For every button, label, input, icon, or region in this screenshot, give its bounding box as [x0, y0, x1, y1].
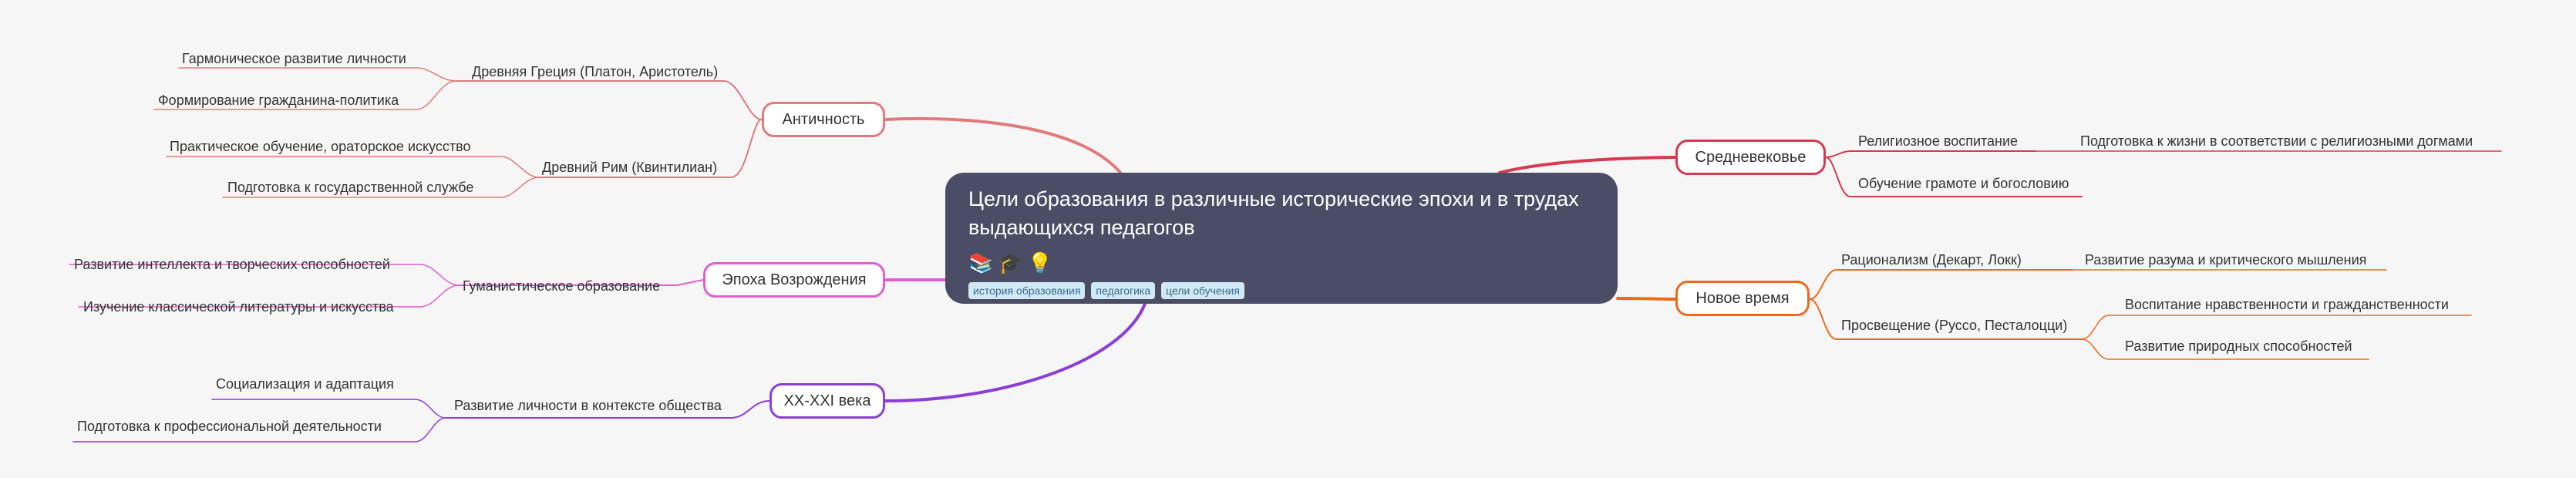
leaf-state-service[interactable]: Подготовка к государственной службе — [227, 178, 473, 197]
tag-list: история образования педагогика цели обуч… — [968, 282, 1594, 299]
leaf-professional-prep[interactable]: Подготовка к профессиональной деятельнос… — [77, 417, 382, 436]
leaf-intellect-creativity[interactable]: Развитие интеллекта и творческих способн… — [74, 255, 390, 274]
node-society-development[interactable]: Развитие личности в контексте общества — [454, 396, 722, 415]
branch-antiquity[interactable]: Античность — [762, 102, 885, 137]
node-ancient-rome[interactable]: Древний Рим (Квинтилиан) — [542, 158, 717, 177]
leaf-practical-oratory[interactable]: Практическое обучение, ораторское искусс… — [170, 137, 471, 156]
leaf-socialization[interactable]: Социализация и адаптация — [216, 375, 394, 393]
branch-xx-xxi[interactable]: XX-XXI века — [769, 383, 885, 419]
node-enlightenment[interactable]: Просвещение (Руссо, Песталоцци) — [1841, 316, 2067, 335]
central-topic[interactable]: Цели образования в различные исторически… — [945, 173, 1618, 304]
node-religious-education[interactable]: Религиозное воспитание — [1858, 132, 2018, 150]
central-title-line-2: выдающихся педагогов — [968, 216, 1195, 239]
central-title-line-1: Цели образования в различные исторически… — [968, 187, 1579, 210]
leaf-citizen-politician[interactable]: Формирование гражданина-политика — [158, 91, 399, 109]
leaf-critical-thinking[interactable]: Развитие разума и критического мышления — [2085, 251, 2366, 269]
leaf-harmonious-development[interactable]: Гармоническое развитие личности — [182, 49, 406, 68]
branch-middle-ages[interactable]: Средневековье — [1675, 140, 1826, 175]
node-literacy-theology[interactable]: Обучение грамоте и богословию — [1858, 174, 2069, 193]
tag-pedagogy[interactable]: педагогика — [1091, 282, 1156, 299]
leaf-religious-dogmas[interactable]: Подготовка к жизни в соответствии с рели… — [2080, 132, 2473, 150]
leaf-natural-abilities[interactable]: Развитие природных способностей — [2125, 337, 2352, 355]
node-rationalism[interactable]: Рационализм (Декарт, Локк) — [1841, 251, 2022, 269]
tag-goals[interactable]: цели обучения — [1161, 282, 1244, 299]
branch-renaissance[interactable]: Эпоха Возрождения — [703, 262, 885, 298]
node-humanism[interactable]: Гуманистическое образование — [463, 277, 660, 295]
node-ancient-greece[interactable]: Древняя Греция (Платон, Аристотель) — [472, 62, 718, 81]
branch-new-time[interactable]: Новое время — [1675, 281, 1810, 316]
central-icons: 📚 🎓 💡 — [968, 250, 1594, 276]
books-icon: 📚 — [968, 251, 994, 274]
leaf-morality-citizenship[interactable]: Воспитание нравственности и гражданствен… — [2125, 295, 2449, 314]
leaf-classical-literature[interactable]: Изучение классической литературы и искус… — [83, 298, 394, 316]
graduation-cap-icon: 🎓 — [998, 251, 1023, 274]
tag-history[interactable]: история образования — [968, 282, 1086, 299]
lightbulb-icon: 💡 — [1027, 251, 1053, 274]
